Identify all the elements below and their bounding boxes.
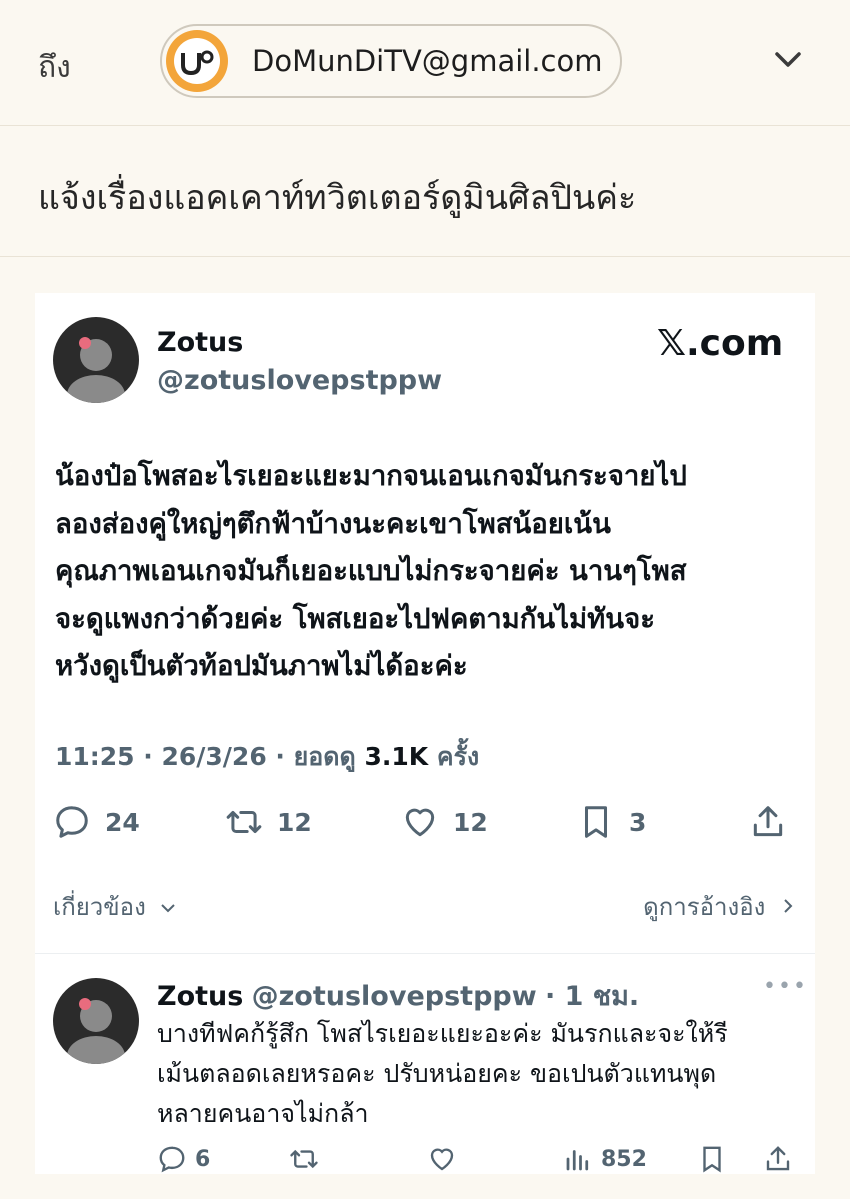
reply-text: บางทีฟคก้รู้สึก โพสไรเยอะแยะอะค่ะ มันรกแ… <box>157 1014 797 1134</box>
reply-reply-button[interactable]: 6 <box>157 1144 210 1174</box>
recipient-email: DoMunDiTV@gmail.com <box>252 44 603 78</box>
avatar[interactable] <box>53 978 139 1064</box>
bookmark-button[interactable]: 3 <box>577 803 646 841</box>
like-count: 12 <box>453 807 488 837</box>
reply-tweet[interactable]: Zotus @zotuslovepstppw · 1 ชม. ••• บางที… <box>35 953 815 1174</box>
chevron-down-icon <box>161 904 176 913</box>
x-logo-icon: 𝕏.com <box>657 323 784 364</box>
bookmark-icon <box>703 1146 721 1173</box>
reply-icon <box>159 1146 185 1173</box>
reply-share-button[interactable] <box>763 1144 793 1174</box>
view-quotes-link[interactable]: ดูการอ้างอิง <box>643 887 795 926</box>
reply-time[interactable]: · 1 ชม. <box>545 981 639 1012</box>
reply-count: 24 <box>105 807 140 837</box>
tweet-text-line: จะดูแพงกว่าด้วยค่ะ โพสเยอะไปฟคตามกันไม่ท… <box>55 602 655 635</box>
view-quotes-label: ดูการอ้างอิง <box>643 893 766 921</box>
avatar[interactable] <box>53 317 139 403</box>
tweet-views-suffix: ครั้ง <box>428 742 480 771</box>
share-icon <box>766 1146 790 1171</box>
to-label: ถึง <box>38 50 71 85</box>
like-button[interactable]: 12 <box>401 803 488 841</box>
reply-text-line: หลายคนอาจไม่กล้า <box>157 1099 369 1128</box>
more-options-icon[interactable]: ••• <box>763 974 808 999</box>
email-subject: แจ้งเรื่องแอคเคาท์ทวิตเตอร์ดูมินศิลปินค่… <box>38 178 637 218</box>
chevron-right-icon <box>784 899 793 913</box>
reply-like-button[interactable] <box>427 1144 457 1174</box>
bookmark-count: 3 <box>629 807 647 837</box>
tweet-timestamp[interactable]: 11:25 · 26/3/26 · ยอดดู <box>55 742 364 771</box>
heart-icon <box>430 1148 454 1171</box>
share-button[interactable] <box>749 803 787 841</box>
reply-text-line: บางทีฟคก้รู้สึก โพสไรเยอะแยะอะค่ะ มันรกแ… <box>157 1019 728 1048</box>
reply-header: Zotus @zotuslovepstppw · 1 ชม. <box>157 974 639 1017</box>
reply-views-button[interactable]: 852 <box>563 1144 647 1174</box>
domundi-logo-icon <box>166 30 228 92</box>
reply-reply-count: 6 <box>195 1146 211 1172</box>
tweet-text-line: น้องป๋อโพสอะไรเยอะแยะมากจนเอนเกจมันกระจา… <box>55 460 687 492</box>
recipient-row: ถึง DoMunDiTV@gmail.com <box>0 0 850 126</box>
tweet-actions: 24 12 12 3 <box>53 803 793 843</box>
heart-icon <box>405 808 435 837</box>
bookmark-icon <box>584 806 608 838</box>
reply-author-handle[interactable]: @zotuslovepstppw <box>252 981 537 1012</box>
reply-bookmark-button[interactable] <box>697 1144 727 1174</box>
tweet-text-line: คุณภาพเอนเกจมันก็เยอะแบบไม่กระจายค่ะ นาน… <box>55 555 687 587</box>
tweet-card[interactable]: Zotus @zotuslovepstppw 𝕏.com น้องป๋อโพสอ… <box>35 293 815 953</box>
reply-button[interactable]: 24 <box>53 803 140 841</box>
retweet-count: 12 <box>277 807 312 837</box>
chevron-down-icon[interactable] <box>772 48 804 72</box>
related-label: เกี่ยวข้อง <box>53 893 146 921</box>
reply-icon <box>56 806 88 838</box>
tweet-views: 3.1K <box>364 742 429 771</box>
retweet-button[interactable]: 12 <box>225 803 312 841</box>
reply-text-line: เม้นตลอดเลยหรอคะ ปรับหน่อยคะ ขอเปนตัวแทน… <box>157 1059 717 1088</box>
reply-views-count: 852 <box>601 1146 647 1172</box>
tweet-text-line: หวังดูเป็นตัวท้อปมันภาพไม่ได้อะค่ะ <box>55 650 468 682</box>
retweet-icon <box>226 810 262 834</box>
reply-actions: 6 852 <box>157 1144 807 1174</box>
related-link[interactable]: เกี่ยวข้อง <box>53 887 177 926</box>
tweet-author-handle[interactable]: @zotuslovepstppw <box>157 365 442 396</box>
reply-retweet-button[interactable] <box>289 1144 319 1174</box>
share-icon <box>753 806 783 837</box>
recipient-chip[interactable]: DoMunDiTV@gmail.com <box>160 24 622 98</box>
reply-author-name[interactable]: Zotus <box>157 981 243 1012</box>
tweet-author-name[interactable]: Zotus <box>157 327 243 358</box>
retweet-icon <box>290 1149 318 1169</box>
tweet-meta: 11:25 · 26/3/26 · ยอดดู 3.1K ครั้ง <box>55 737 479 777</box>
tweet-text: น้องป๋อโพสอะไรเยอะแยะมากจนเอนเกจมันกระจา… <box>55 453 800 691</box>
divider <box>0 256 850 257</box>
analytics-icon <box>566 1150 589 1171</box>
tweet-text-line: ลองส่องคู่ใหญ่ๆตึกฟ้าบ้างนะคะเขาโพสน้อยเ… <box>55 507 611 540</box>
